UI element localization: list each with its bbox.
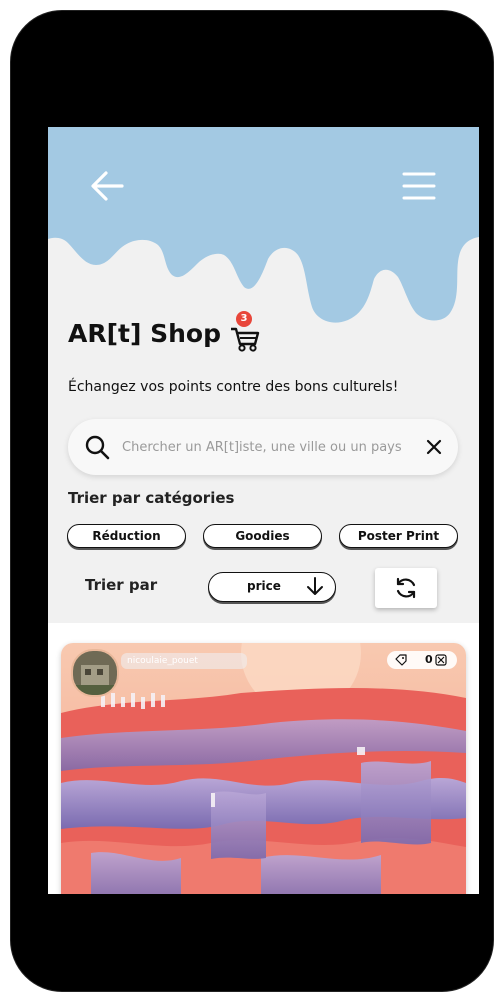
header-drip-background bbox=[48, 127, 479, 323]
price-value: 0 bbox=[425, 653, 433, 666]
category-chip-goodies[interactable]: Goodies bbox=[203, 524, 322, 548]
artist-name[interactable]: nicoulaie_pouet bbox=[121, 653, 247, 669]
back-arrow-icon[interactable] bbox=[90, 169, 124, 203]
avatar-image bbox=[73, 651, 117, 695]
product-card[interactable]: nicoulaie_pouet 0 bbox=[61, 643, 466, 894]
coin-icon bbox=[435, 654, 447, 666]
sort-dropdown[interactable]: price bbox=[208, 572, 336, 602]
cart-button[interactable]: 3 bbox=[229, 311, 263, 353]
categories-label: Trier par catégories bbox=[68, 489, 235, 507]
sort-label: Trier par bbox=[85, 576, 158, 594]
app-screen: AR[t] Shop 3 Échangez vos points contre … bbox=[48, 127, 479, 894]
price-pill: 0 bbox=[387, 651, 457, 669]
category-chip-poster-print[interactable]: Poster Print bbox=[339, 524, 458, 548]
hamburger-menu-icon[interactable] bbox=[402, 169, 436, 203]
cart-count-badge: 3 bbox=[235, 311, 252, 327]
category-chip-reduction[interactable]: Réduction bbox=[67, 524, 186, 548]
phone-frame: AR[t] Shop 3 Échangez vos points contre … bbox=[10, 10, 494, 992]
artist-avatar[interactable] bbox=[71, 649, 119, 697]
refresh-icon bbox=[396, 577, 416, 599]
search-input[interactable] bbox=[120, 438, 426, 456]
page-title: AR[t] Shop bbox=[68, 318, 221, 348]
page-subtitle: Échangez vos points contre des bons cult… bbox=[68, 379, 399, 395]
close-icon[interactable] bbox=[426, 439, 442, 455]
refresh-button[interactable] bbox=[375, 568, 437, 608]
product-artwork-image bbox=[61, 643, 466, 894]
tag-icon bbox=[395, 654, 407, 666]
title-row: AR[t] Shop 3 bbox=[68, 311, 263, 353]
sort-value: price bbox=[247, 579, 281, 593]
search-bar bbox=[68, 419, 458, 475]
search-icon[interactable] bbox=[84, 434, 110, 460]
arrow-down-icon bbox=[307, 577, 323, 595]
